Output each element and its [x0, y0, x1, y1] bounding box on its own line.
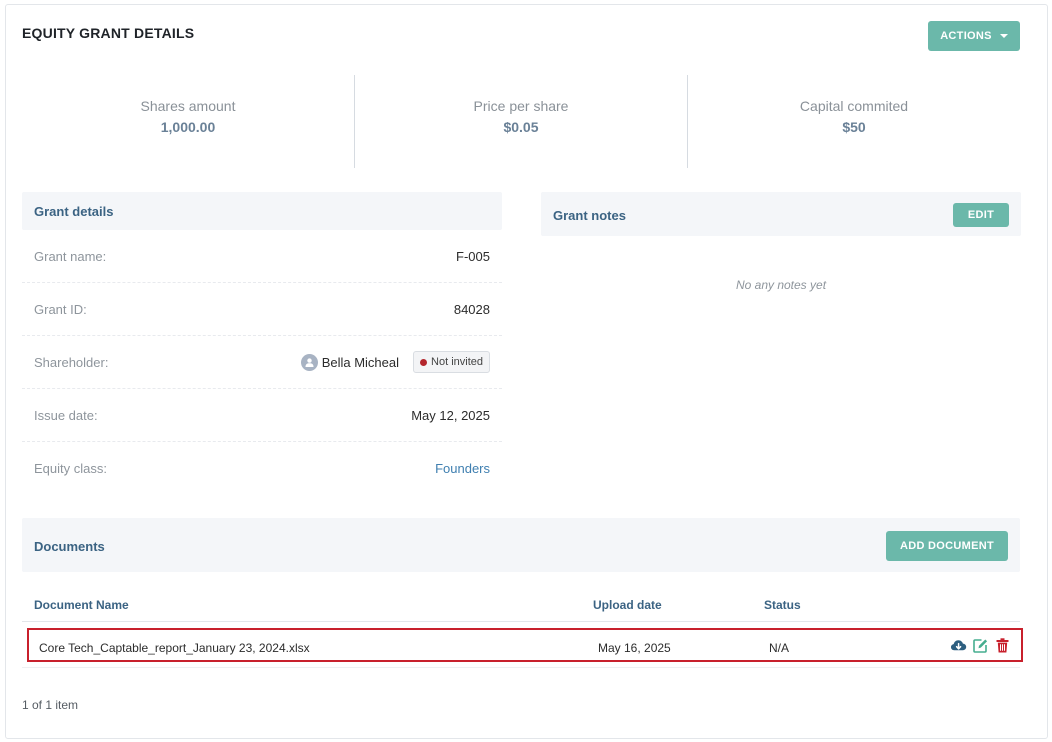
column-header-status[interactable]: Status — [764, 598, 801, 612]
column-header-document-name[interactable]: Document Name — [34, 598, 129, 612]
table-header-divider — [22, 621, 1020, 622]
stat-shares-amount: Shares amount 1,000.00 — [22, 75, 354, 168]
stat-capital-committed: Capital commited $50 — [687, 75, 1020, 168]
grant-notes-title: Grant notes — [553, 208, 626, 223]
status-cell: N/A — [769, 641, 790, 655]
status-badge: Not invited — [413, 351, 490, 373]
documents-title: Documents — [34, 539, 105, 554]
stat-label: Capital commited — [799, 98, 909, 114]
edit-icon[interactable] — [972, 637, 989, 654]
grant-name-value: F-005 — [456, 248, 490, 264]
documents-header: Documents — [22, 518, 1020, 572]
upload-date-cell: May 16, 2025 — [598, 641, 671, 655]
stat-value: $50 — [842, 119, 866, 135]
grant-notes-header: Grant notes — [541, 192, 1021, 236]
grant-details-header: Grant details — [22, 192, 502, 230]
grant-id-value: 84028 — [453, 301, 490, 317]
pagination-info: 1 of 1 item — [22, 698, 79, 712]
summary-stats: Shares amount 1,000.00 Price per share $… — [22, 75, 1020, 168]
detail-label: Shareholder: — [34, 354, 109, 370]
shareholder-value: Bella Micheal Not invited — [300, 351, 490, 373]
shareholder-name[interactable]: Bella Micheal — [322, 355, 399, 370]
equity-class-link[interactable]: Founders — [435, 461, 490, 476]
actions-button[interactable]: ACTIONS — [928, 21, 1020, 51]
detail-label: Grant ID: — [34, 301, 87, 317]
detail-row-grant-name: Grant name: F-005 — [22, 230, 502, 283]
edit-notes-button[interactable]: EDIT — [953, 203, 1009, 227]
detail-row-shareholder: Shareholder: Bella Micheal Not invited — [22, 336, 502, 389]
add-document-button[interactable]: ADD DOCUMENT — [886, 531, 1008, 561]
cloud-download-icon[interactable] — [950, 637, 967, 654]
grant-details-list: Grant name: F-005 Grant ID: 84028 Shareh… — [22, 230, 502, 495]
trash-icon[interactable] — [994, 637, 1011, 654]
status-badge-label: Not invited — [431, 356, 483, 368]
notes-empty-state: No any notes yet — [735, 278, 827, 292]
table-row-divider — [22, 667, 1020, 668]
user-icon — [305, 357, 314, 367]
chevron-down-icon — [999, 34, 1008, 38]
row-actions — [950, 637, 1011, 654]
stat-value: $0.05 — [503, 119, 539, 135]
detail-row-equity-class: Equity class: Founders — [22, 442, 502, 495]
document-name-cell: Core Tech_Captable_report_January 23, 20… — [39, 641, 310, 655]
table-row[interactable]: Core Tech_Captable_report_January 23, 20… — [27, 628, 1023, 662]
column-header-upload-date[interactable]: Upload date — [593, 598, 662, 612]
actions-label: ACTIONS — [940, 30, 992, 42]
avatar — [300, 353, 318, 371]
detail-label: Equity class: — [34, 461, 107, 476]
status-dot-icon — [420, 358, 428, 366]
grant-details-title: Grant details — [34, 204, 114, 219]
page-title: EQUITY GRANT DETAILS — [22, 25, 195, 41]
detail-row-issue-date: Issue date: May 12, 2025 — [22, 389, 502, 442]
detail-row-grant-id: Grant ID: 84028 — [22, 283, 502, 336]
stat-price-per-share: Price per share $0.05 — [354, 75, 687, 168]
detail-label: Grant name: — [34, 248, 107, 264]
issue-date-value: May 12, 2025 — [411, 407, 490, 423]
stat-label: Shares amount — [140, 98, 236, 114]
detail-label: Issue date: — [34, 407, 98, 423]
stat-label: Price per share — [473, 98, 569, 114]
stat-value: 1,000.00 — [160, 119, 216, 135]
